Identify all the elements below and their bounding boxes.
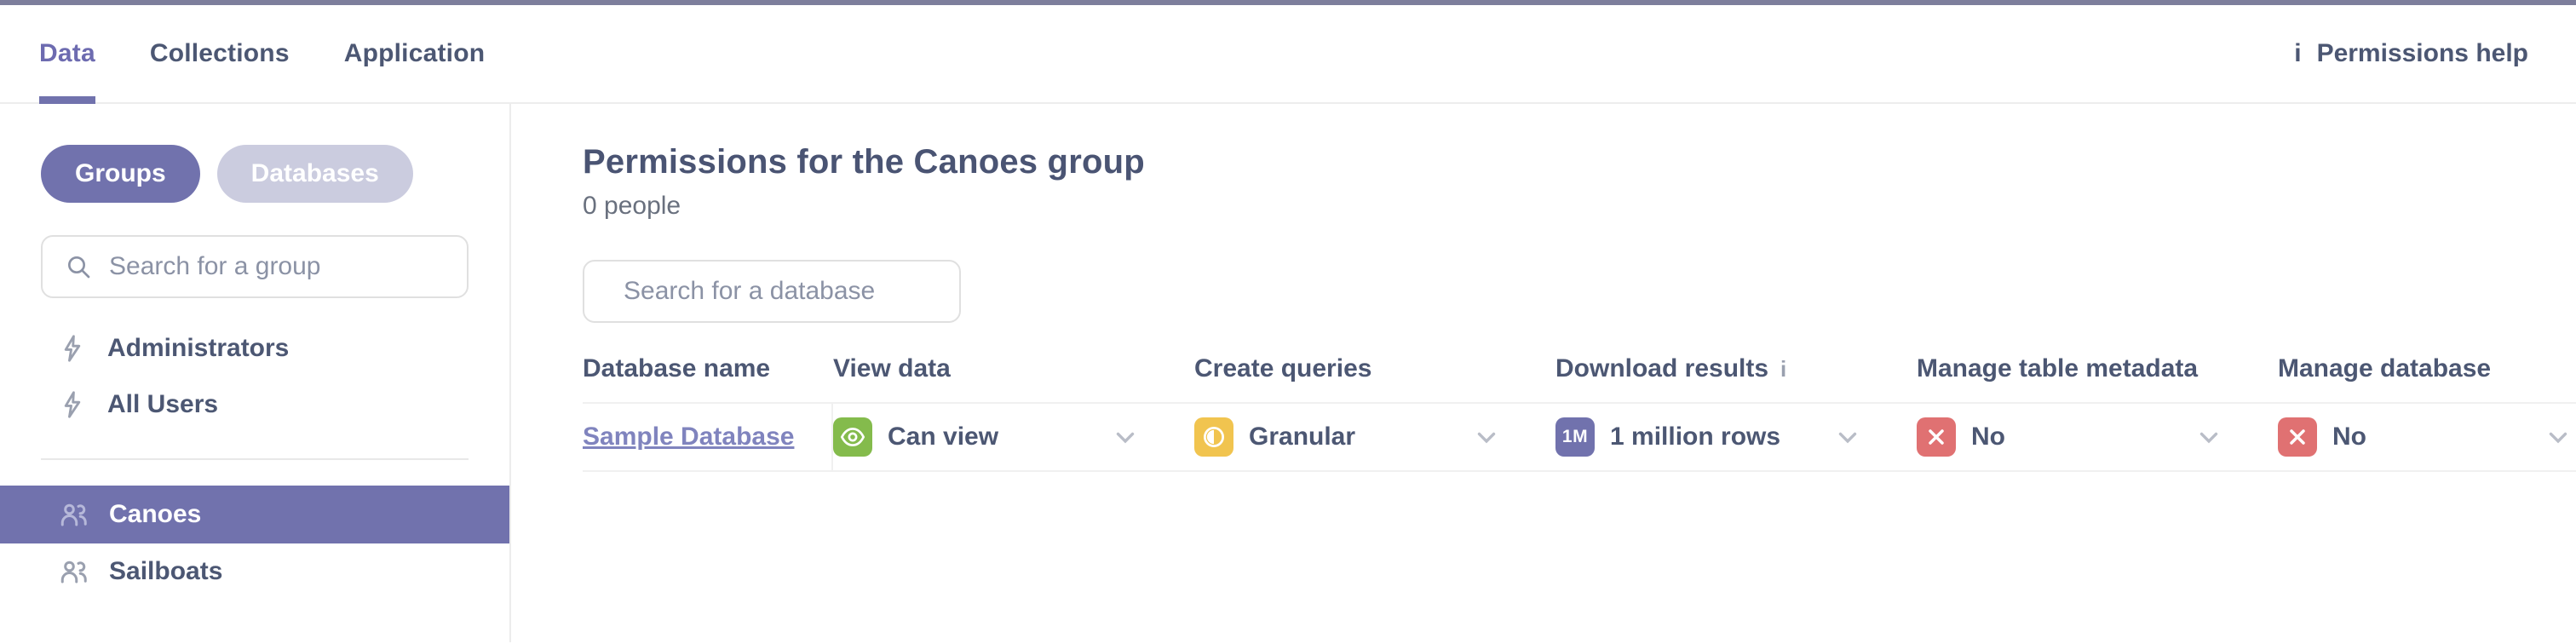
toggle-groups-button[interactable]: Groups [41,145,200,203]
column-header-manage-database: Manage database [2278,354,2492,382]
sidebar-item-label: All Users [107,390,219,418]
permissions-help-label: Permissions help [2316,39,2528,67]
chevron-down-icon [1116,432,1135,444]
download-results-dropdown[interactable]: 1M 1 million rows [1555,404,1917,470]
permissions-table: Database name View data Create queries D… [583,323,2576,472]
info-icon[interactable]: i [1780,358,1786,380]
permissions-help-button[interactable]: i Permissions help [2294,5,2528,102]
chevron-down-icon [1477,432,1496,444]
group-icon [60,561,87,584]
nav-tabs: Data Collections Application [39,5,486,104]
tab-data[interactable]: Data [39,5,95,104]
manage-database-dropdown[interactable]: No [2278,404,2576,470]
column-header-manage-table-metadata: Manage table metadata [1917,354,2199,382]
group-icon [60,503,87,526]
sidebar-item-all-users[interactable]: All Users [0,377,509,433]
permission-value: Can view [888,423,999,451]
permissions-nav: Data Collections Application i Permissio… [0,5,2576,104]
chevron-down-icon [1838,432,1857,444]
bolt-icon [64,391,81,418]
search-icon [68,256,90,279]
view-data-dropdown[interactable]: Can view [833,404,1194,470]
sidebar-item-label: Sailboats [109,557,223,585]
sidebar-item-label: Administrators [107,334,290,362]
toggle-databases-button[interactable]: Databases [216,145,413,203]
tab-collections[interactable]: Collections [150,5,290,102]
groups-sidebar: Groups Databases Administrators All User… [0,104,511,642]
database-search-input[interactable] [624,277,952,306]
1m-badge: 1M [1561,427,1589,446]
column-header-view-data: View data [833,354,951,382]
sidebar-divider [41,458,469,460]
tab-application[interactable]: Application [344,5,486,102]
table-header-row: Database name View data Create queries D… [583,323,2576,404]
chevron-down-icon [2199,432,2218,444]
permission-value: No [1971,423,2005,451]
group-member-count: 0 people [583,192,681,220]
manage-table-metadata-dropdown[interactable]: No [1917,404,2278,470]
sidebar-item-label: Canoes [109,500,202,528]
bolt-icon [64,335,81,362]
permissions-main: Permissions for the Canoes group 0 peopl… [511,104,2576,642]
permission-value: Granular [1249,423,1356,451]
group-search-input[interactable] [109,252,445,281]
database-name-cell: Sample Database [583,404,833,470]
column-header-database-name: Database name [583,354,771,382]
column-header-create-queries: Create queries [1194,354,1372,382]
chevron-down-icon [2549,432,2567,444]
close-icon [1929,429,1944,445]
contrast-icon [1204,427,1224,447]
permission-value: No [2332,423,2366,451]
info-icon: i [2294,39,2302,67]
group-search[interactable] [41,235,469,298]
eye-icon [840,428,865,446]
close-icon [2290,429,2305,445]
column-header-download-results: Download results i [1555,354,1787,382]
permission-value: 1 million rows [1610,423,1781,451]
page-title: Permissions for the Canoes group [583,143,1145,181]
database-search[interactable] [583,260,961,323]
sidebar-item-administrators[interactable]: Administrators [0,320,509,377]
create-queries-dropdown[interactable]: Granular [1194,404,1555,470]
database-link[interactable]: Sample Database [583,423,794,451]
sidebar-item-canoes[interactable]: Canoes [0,486,509,543]
table-row: Sample Database Can view Granular 1M 1 m… [583,404,2576,472]
sidebar-item-sailboats[interactable]: Sailboats [0,543,509,600]
